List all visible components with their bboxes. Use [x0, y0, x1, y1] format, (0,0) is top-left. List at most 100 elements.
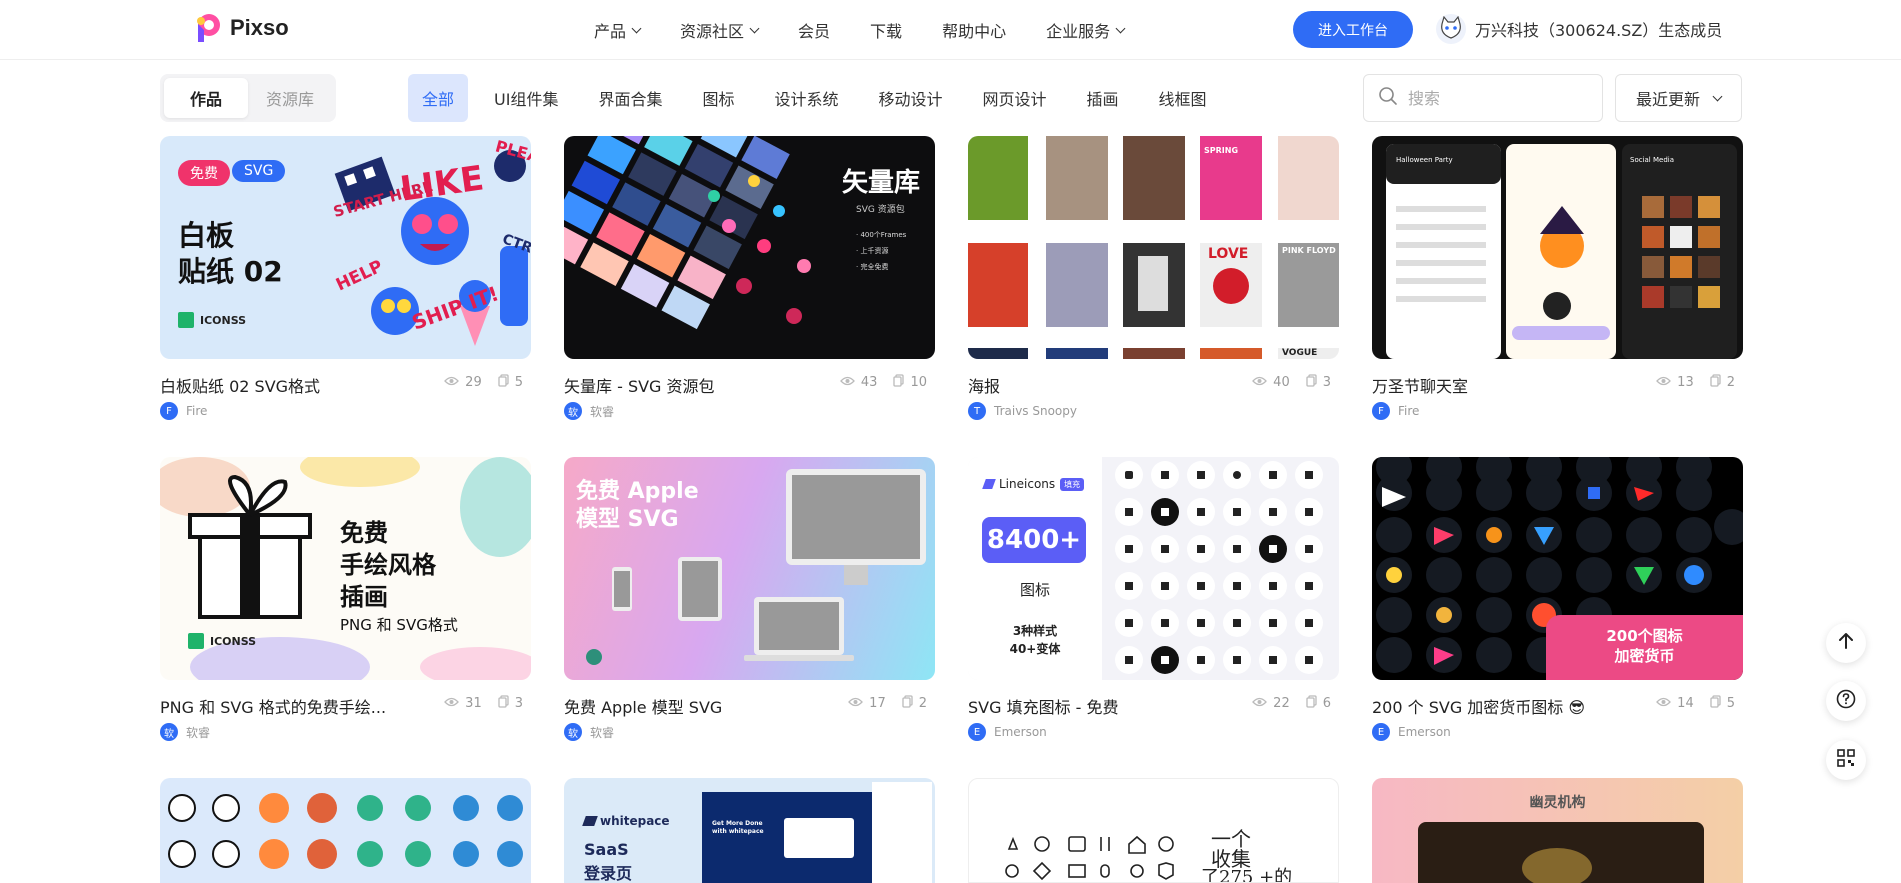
view-number: 31 — [465, 696, 482, 711]
sort-dropdown[interactable]: 最近更新 — [1615, 74, 1742, 122]
resource-card[interactable]: 一个 收集 了275 +的 — [968, 778, 1339, 883]
back-to-top-button[interactable] — [1826, 623, 1866, 663]
resource-card[interactable] — [160, 778, 531, 883]
card-thumbnail[interactable]: 免费 SVG 白板 贴纸 02 ICONSS START HERE LIKE H… — [160, 136, 531, 359]
card-title[interactable]: 200 个 SVG 加密货币图标 😎 — [1372, 694, 1585, 718]
segment-library[interactable]: 资源库 — [248, 78, 332, 118]
card-thumbnail[interactable]: LOVE PINK FLOYD SPRING VOGUE — [968, 136, 1339, 359]
nav-label: 企业服务 — [1046, 22, 1111, 41]
partner-text: 万兴科技（300624.SZ）生态成员 — [1475, 21, 1723, 40]
pixso-logo-icon — [192, 12, 222, 44]
resource-card[interactable]: Lineicons 填充 8400+ 图标 3种样式 40+变体 SVG 填充图… — [968, 457, 1339, 741]
tab-screens[interactable]: 界面合集 — [584, 74, 676, 122]
card-thumbnail[interactable]: 免费 Apple 模型 SVG — [564, 457, 935, 680]
card-author[interactable]: F Fire — [1372, 402, 1419, 420]
author-avatar: 软 — [564, 723, 582, 741]
brand-text: ICONSS — [210, 634, 257, 648]
card-author[interactable]: 软 软睿 — [564, 402, 614, 420]
tab-icons[interactable]: 图标 — [688, 74, 748, 122]
thumb-title: 贴纸 02 — [178, 255, 283, 288]
card-thumbnail[interactable]: 200个图标 加密货币 — [1372, 457, 1743, 680]
copy-icon — [1306, 695, 1317, 712]
main-nav: 产品 资源社区 会员 下载 帮助中心 企业服务 — [594, 0, 1164, 60]
resource-card[interactable]: 免费 SVG 白板 贴纸 02 ICONSS START HERE LIKE H… — [160, 136, 531, 420]
copy-number: 3 — [1322, 375, 1331, 390]
card-title[interactable]: 矢量库 - SVG 资源包 — [564, 373, 715, 397]
nav-label: 下载 — [870, 22, 903, 41]
resource-card[interactable]: 幽灵机构 — [1372, 778, 1743, 883]
card-thumbnail[interactable]: Halloween Party Social Media — [1372, 136, 1743, 359]
card-title[interactable]: PNG 和 SVG 格式的免费手绘... — [160, 694, 386, 718]
resource-card[interactable]: Halloween Party Social Media 万圣节聊天室 13 2… — [1372, 136, 1743, 420]
vector-grid-illustration — [564, 136, 811, 330]
card-thumbnail[interactable]: whitepace SaaS 登录页 Get More Done with wh… — [564, 778, 935, 883]
hero-image — [784, 818, 854, 858]
svg-tag: SVG — [232, 160, 286, 182]
card-title[interactable]: SVG 填充图标 - 免费 — [968, 694, 1119, 718]
nav-enterprise[interactable]: 企业服务 — [1046, 18, 1126, 42]
card-title[interactable]: 万圣节聊天室 — [1372, 373, 1468, 397]
resource-card[interactable]: LOVE PINK FLOYD SPRING VOGUE 海报 40 3 T T… — [968, 136, 1339, 420]
card-author[interactable]: F Fire — [160, 402, 207, 420]
search-input[interactable] — [1408, 88, 1578, 108]
resource-card[interactable]: 矢量库 SVG 资源包 · 400个Frames · 上千资源 · 完全免费 矢… — [564, 136, 935, 420]
card-thumbnail[interactable]: 幽灵机构 — [1372, 778, 1743, 883]
copy-count: 3 — [498, 695, 523, 712]
tab-web[interactable]: 网页设计 — [969, 74, 1061, 122]
partner-badge[interactable]: 万兴科技（300624.SZ）生态成员 — [1436, 14, 1722, 44]
card-thumbnail[interactable]: 一个 收集 了275 +的 — [968, 778, 1339, 883]
tab-mobile[interactable]: 移动设计 — [865, 74, 957, 122]
resource-card[interactable]: 免费 手绘风格 插画 PNG 和 SVG格式 ICONSS PNG 和 SVG … — [160, 457, 531, 741]
card-thumbnail[interactable]: 矢量库 SVG 资源包 · 400个Frames · 上千资源 · 完全免费 — [564, 136, 935, 359]
logo-text: Pixso — [230, 15, 289, 40]
copy-number: 5 — [514, 375, 523, 390]
enter-workspace-button[interactable]: 进入工作台 — [1293, 11, 1413, 48]
eye-icon — [848, 696, 864, 711]
copy-count: 6 — [1306, 695, 1331, 712]
resource-card[interactable]: whitepace SaaS 登录页 Get More Done with wh… — [564, 778, 935, 883]
author-name: 软睿 — [590, 725, 615, 740]
nav-help[interactable]: 帮助中心 — [942, 18, 1006, 42]
nav-membership[interactable]: 会员 — [798, 18, 830, 42]
view-count: 31 — [444, 695, 482, 712]
card-thumbnail[interactable]: Lineicons 填充 8400+ 图标 3种样式 40+变体 — [968, 457, 1339, 680]
search-box[interactable] — [1363, 74, 1603, 122]
copy-number: 2 — [1726, 375, 1735, 390]
copy-number: 10 — [910, 375, 927, 390]
filter-bar: 作品 资源库 全部 UI组件集 界面合集 图标 设计系统 移动设计 网页设计 插… — [160, 74, 1742, 122]
copy-icon — [1710, 695, 1721, 712]
tab-wireframe[interactable]: 线框图 — [1145, 74, 1221, 122]
whitepace-logo-icon — [582, 816, 598, 826]
logo[interactable]: Pixso — [192, 12, 289, 44]
copy-count: 3 — [1306, 374, 1331, 391]
card-title[interactable]: 白板贴纸 02 SVG格式 — [160, 373, 320, 397]
tab-ui-kits[interactable]: UI组件集 — [480, 74, 572, 122]
card-author[interactable]: 软 软睿 — [564, 723, 614, 741]
card-stats: 31 3 — [444, 695, 523, 712]
segment-works[interactable]: 作品 — [164, 78, 248, 118]
card-title[interactable]: 海报 — [968, 373, 1000, 397]
card-thumbnail[interactable] — [160, 778, 531, 883]
card-author[interactable]: 软 软睿 — [160, 723, 210, 741]
resource-card[interactable]: 免费 Apple 模型 SVG 免费 Apple 模型 SVG 17 2 软 软… — [564, 457, 935, 741]
nav-download[interactable]: 下载 — [870, 18, 902, 42]
nav-products[interactable]: 产品 — [594, 18, 642, 42]
card-author[interactable]: E Emerson — [1372, 723, 1451, 741]
nav-community[interactable]: 资源社区 — [680, 18, 760, 42]
card-title[interactable]: 免费 Apple 模型 SVG — [564, 694, 722, 718]
card-author[interactable]: E Emerson — [968, 723, 1047, 741]
help-button[interactable] — [1826, 681, 1866, 721]
tab-illustration[interactable]: 插画 — [1073, 74, 1133, 122]
card-author[interactable]: T Traivs Snoopy — [968, 402, 1077, 420]
card-thumbnail[interactable]: 免费 手绘风格 插画 PNG 和 SVG格式 ICONSS — [160, 457, 531, 680]
copy-count: 10 — [893, 374, 927, 391]
card-meta: 海报 40 3 T Traivs Snoopy — [968, 359, 1339, 420]
tab-design-systems[interactable]: 设计系统 — [760, 74, 852, 122]
tab-all[interactable]: 全部 — [408, 74, 469, 122]
copy-count: 2 — [1710, 374, 1735, 391]
view-number: 29 — [465, 375, 482, 390]
iconss-logo-icon — [178, 312, 194, 328]
chevron-down-icon — [631, 23, 642, 33]
qr-code-button[interactable] — [1826, 740, 1866, 780]
resource-card[interactable]: 200个图标 加密货币 200 个 SVG 加密货币图标 😎 14 5 E Em… — [1372, 457, 1743, 741]
